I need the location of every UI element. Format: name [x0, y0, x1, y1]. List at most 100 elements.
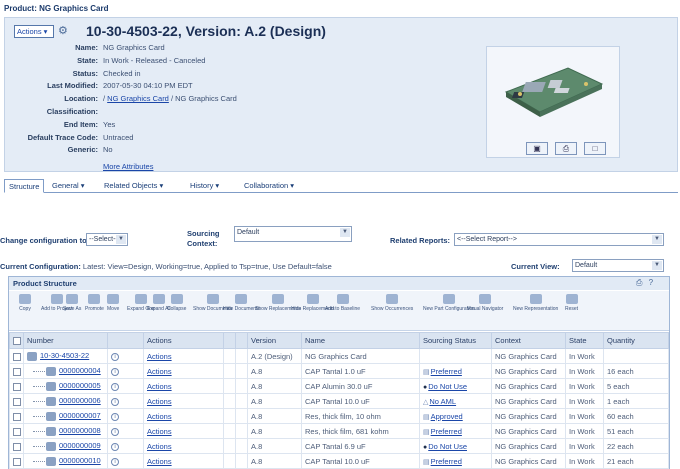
open-viewer-button[interactable]: □ — [584, 142, 606, 155]
row-checkbox-cell[interactable] — [9, 453, 24, 469]
table-row[interactable]: 0000000007 i Actions A.8 Res, thick film, 10… — [9, 408, 669, 424]
part-number-link[interactable]: 0000000008 — [59, 426, 101, 435]
column-actions[interactable]: Actions — [143, 332, 224, 349]
toolbar-copy-button[interactable]: Copy — [19, 294, 31, 312]
column-number[interactable]: Number — [23, 332, 108, 349]
current-view-select[interactable]: Default ▼ — [572, 259, 664, 272]
row-actions-link[interactable]: Actions — [147, 442, 172, 451]
row-checkbox-cell[interactable] — [9, 423, 24, 439]
column-version[interactable]: Version — [247, 332, 302, 349]
toolbar-show-occurrences-button[interactable]: Show Occurrences — [371, 294, 413, 312]
row-actions-link[interactable]: Actions — [147, 412, 172, 421]
info-icon[interactable]: i — [111, 383, 119, 391]
row-actions-link[interactable]: Actions — [147, 352, 172, 361]
sourcing-status-link[interactable]: Approved — [431, 412, 463, 421]
tab-general[interactable]: General ▾ — [48, 179, 89, 193]
table-row[interactable]: 0000000005 i Actions A.8 CAP Alumin 30.0 uF ●… — [9, 378, 669, 394]
part-number-link[interactable]: 0000000007 — [59, 411, 101, 420]
part-number-link[interactable]: 10-30-4503-22 — [40, 351, 89, 360]
expand-all-icon — [152, 294, 165, 304]
toolbar-move-button[interactable]: Move — [107, 294, 119, 312]
row-checkbox-cell[interactable] — [9, 363, 24, 379]
sourcing-status-link[interactable]: Do Not Use — [428, 442, 467, 451]
toolbar-reset-button[interactable]: Reset — [565, 294, 578, 312]
toolbar-save-as-button[interactable]: Save As — [63, 294, 81, 312]
column-name[interactable]: Name — [301, 332, 420, 349]
select-all-checkbox[interactable] — [13, 337, 21, 345]
toolbar-add-to-baseline-button[interactable]: Add to Baseline — [325, 294, 360, 312]
table-row[interactable]: 10-30-4503-22 i Actions A.2 (Design) NG Grap… — [9, 348, 669, 364]
toolbar-new-representation-button[interactable]: New Representation — [513, 294, 558, 312]
tab-structure[interactable]: Structure — [4, 179, 45, 193]
row-actions-link[interactable]: Actions — [147, 397, 172, 406]
column-sourcing-status[interactable]: Sourcing Status — [419, 332, 492, 349]
table-row[interactable]: 0000000006 i Actions A.8 CAP Tantal 10.0 uF △… — [9, 393, 669, 409]
info-icon[interactable]: i — [111, 428, 119, 436]
toolbar-label: Copy — [19, 306, 31, 312]
row-checkbox-cell[interactable] — [9, 348, 24, 364]
actions-dropdown-button[interactable]: Actions ▾ — [14, 25, 54, 38]
print-thumbnail-button[interactable]: ⎙ — [555, 142, 577, 155]
row-checkbox[interactable] — [13, 427, 21, 436]
info-icon[interactable]: i — [111, 368, 119, 376]
info-icon[interactable]: i — [111, 458, 119, 466]
part-number-link[interactable]: 0000000006 — [59, 396, 101, 405]
row-checkbox-cell[interactable] — [9, 438, 24, 454]
row-checkbox[interactable] — [13, 382, 21, 391]
view-thumbnail-button[interactable]: ▣ — [526, 142, 548, 155]
info-icon[interactable]: i — [111, 443, 119, 451]
sourcing-status-link[interactable]: Preferred — [431, 367, 462, 376]
table-row[interactable]: 0000000008 i Actions A.8 Res, thick film, 68… — [9, 423, 669, 439]
part-number-link[interactable]: 0000000005 — [59, 381, 101, 390]
sourcing-context-select[interactable]: Default ▼ — [234, 226, 352, 242]
column-quantity[interactable]: Quantity — [603, 332, 669, 349]
tab-related-objects[interactable]: Related Objects ▾ — [100, 179, 167, 193]
product-structure-title: Product Structure — [9, 277, 669, 290]
change-configuration-select[interactable]: --Select-- ▼ — [86, 233, 128, 246]
tab-history[interactable]: History ▾ — [186, 179, 223, 193]
part-number-link[interactable]: 0000000004 — [59, 366, 101, 375]
sourcing-status-link[interactable]: Do Not Use — [428, 382, 467, 391]
row-checkbox-cell[interactable] — [9, 393, 24, 409]
info-icon[interactable]: i — [111, 398, 119, 406]
row-checkbox[interactable] — [13, 352, 21, 361]
column-state[interactable]: State — [565, 332, 604, 349]
row-actions-link[interactable]: Actions — [147, 367, 172, 376]
toolbar-visual-navigator-button[interactable]: Visual Navigator — [467, 294, 503, 312]
visual-navigator-icon — [479, 294, 492, 304]
row-checkbox-cell[interactable] — [9, 408, 24, 424]
row-checkbox[interactable] — [13, 457, 21, 466]
row-checkbox[interactable] — [13, 442, 21, 451]
location-link[interactable]: NG Graphics Card — [107, 94, 169, 103]
sourcing-status-link[interactable]: No AML — [429, 397, 456, 406]
toolbar-collapse-button[interactable]: Collapse — [167, 294, 186, 312]
sourcing-status-link[interactable]: Preferred — [431, 427, 462, 436]
quantity-cell: 21 each — [603, 453, 669, 469]
row-actions-link[interactable]: Actions — [147, 457, 172, 466]
row-checkbox[interactable] — [13, 397, 21, 406]
part-number-link[interactable]: 0000000009 — [59, 441, 101, 450]
tab-collaboration[interactable]: Collaboration ▾ — [240, 179, 298, 193]
select-all-checkbox-cell[interactable] — [9, 332, 24, 349]
row-checkbox[interactable] — [13, 412, 21, 421]
sourcing-status-link[interactable]: Preferred — [431, 457, 462, 466]
table-row[interactable]: 0000000004 i Actions A.8 CAP Tantal 1.0 uF ▤P… — [9, 363, 669, 379]
related-reports-select[interactable]: <--Select Report--> ▼ — [454, 233, 664, 246]
row-actions-link[interactable]: Actions — [147, 427, 172, 436]
help-icon[interactable]: ? — [649, 278, 653, 287]
column-context[interactable]: Context — [491, 332, 566, 349]
more-attributes-link[interactable]: More Attributes — [103, 162, 153, 171]
row-actions-link[interactable]: Actions — [147, 382, 172, 391]
blank-cell — [223, 378, 236, 394]
table-row[interactable]: 0000000010 i Actions A.8 CAP Tantal 10.0 uF ▤… — [9, 453, 669, 469]
graphics-card-thumbnail[interactable] — [498, 54, 608, 124]
row-checkbox-cell[interactable] — [9, 378, 24, 394]
info-icon[interactable]: i — [111, 413, 119, 421]
sourcing-status-icon: ▤ — [423, 368, 430, 376]
part-number-link[interactable]: 0000000010 — [59, 456, 101, 465]
row-checkbox[interactable] — [13, 367, 21, 376]
table-row[interactable]: 0000000009 i Actions A.8 CAP Tantal 6.9 uF ●D… — [9, 438, 669, 454]
info-icon[interactable]: i — [111, 353, 119, 361]
print-icon[interactable]: ⎙ — [636, 278, 642, 287]
toolbar-promote-button[interactable]: Promote — [85, 294, 104, 312]
